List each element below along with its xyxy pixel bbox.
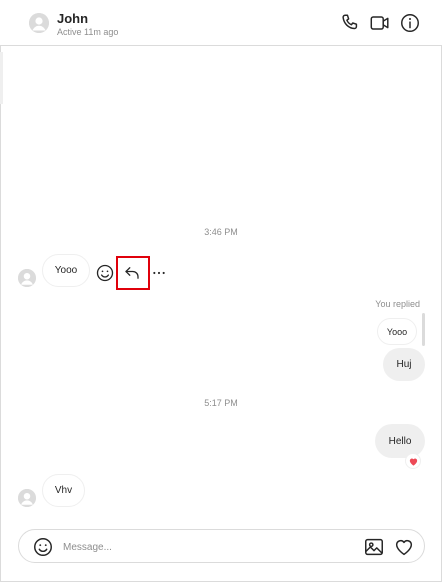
message-bubble[interactable]: Hello	[375, 424, 425, 458]
scroll-indicator	[0, 52, 3, 104]
quoted-message[interactable]: Yooo	[377, 318, 417, 345]
message-composer	[18, 529, 425, 563]
reaction-badge[interactable]	[405, 453, 421, 469]
timestamp: 3:46 PM	[204, 227, 238, 237]
heart-reaction-icon	[409, 458, 417, 466]
more-options-icon[interactable]	[151, 265, 167, 281]
sender-avatar[interactable]	[18, 489, 36, 507]
heart-icon[interactable]	[393, 536, 415, 558]
quote-bar	[422, 313, 425, 346]
reply-button-highlight	[116, 256, 150, 290]
message-bubble[interactable]: Vhv	[42, 474, 85, 507]
contact-name[interactable]: John	[57, 11, 88, 26]
image-icon[interactable]	[363, 536, 385, 558]
reply-label: You replied	[375, 299, 420, 309]
message-bubble[interactable]: Yooo	[42, 254, 90, 287]
emoji-reaction-icon[interactable]	[95, 263, 115, 283]
chat-header: John Active 11m ago	[0, 0, 442, 46]
timestamp: 5:17 PM	[204, 398, 238, 408]
message-input[interactable]	[63, 538, 343, 556]
info-icon[interactable]	[399, 12, 421, 34]
phone-icon[interactable]	[339, 12, 361, 34]
emoji-icon[interactable]	[32, 536, 54, 558]
contact-avatar[interactable]	[29, 13, 49, 33]
message-bubble[interactable]: Huj	[383, 348, 425, 381]
sender-avatar[interactable]	[18, 269, 36, 287]
contact-status: Active 11m ago	[57, 27, 119, 37]
video-camera-icon[interactable]	[369, 12, 391, 34]
